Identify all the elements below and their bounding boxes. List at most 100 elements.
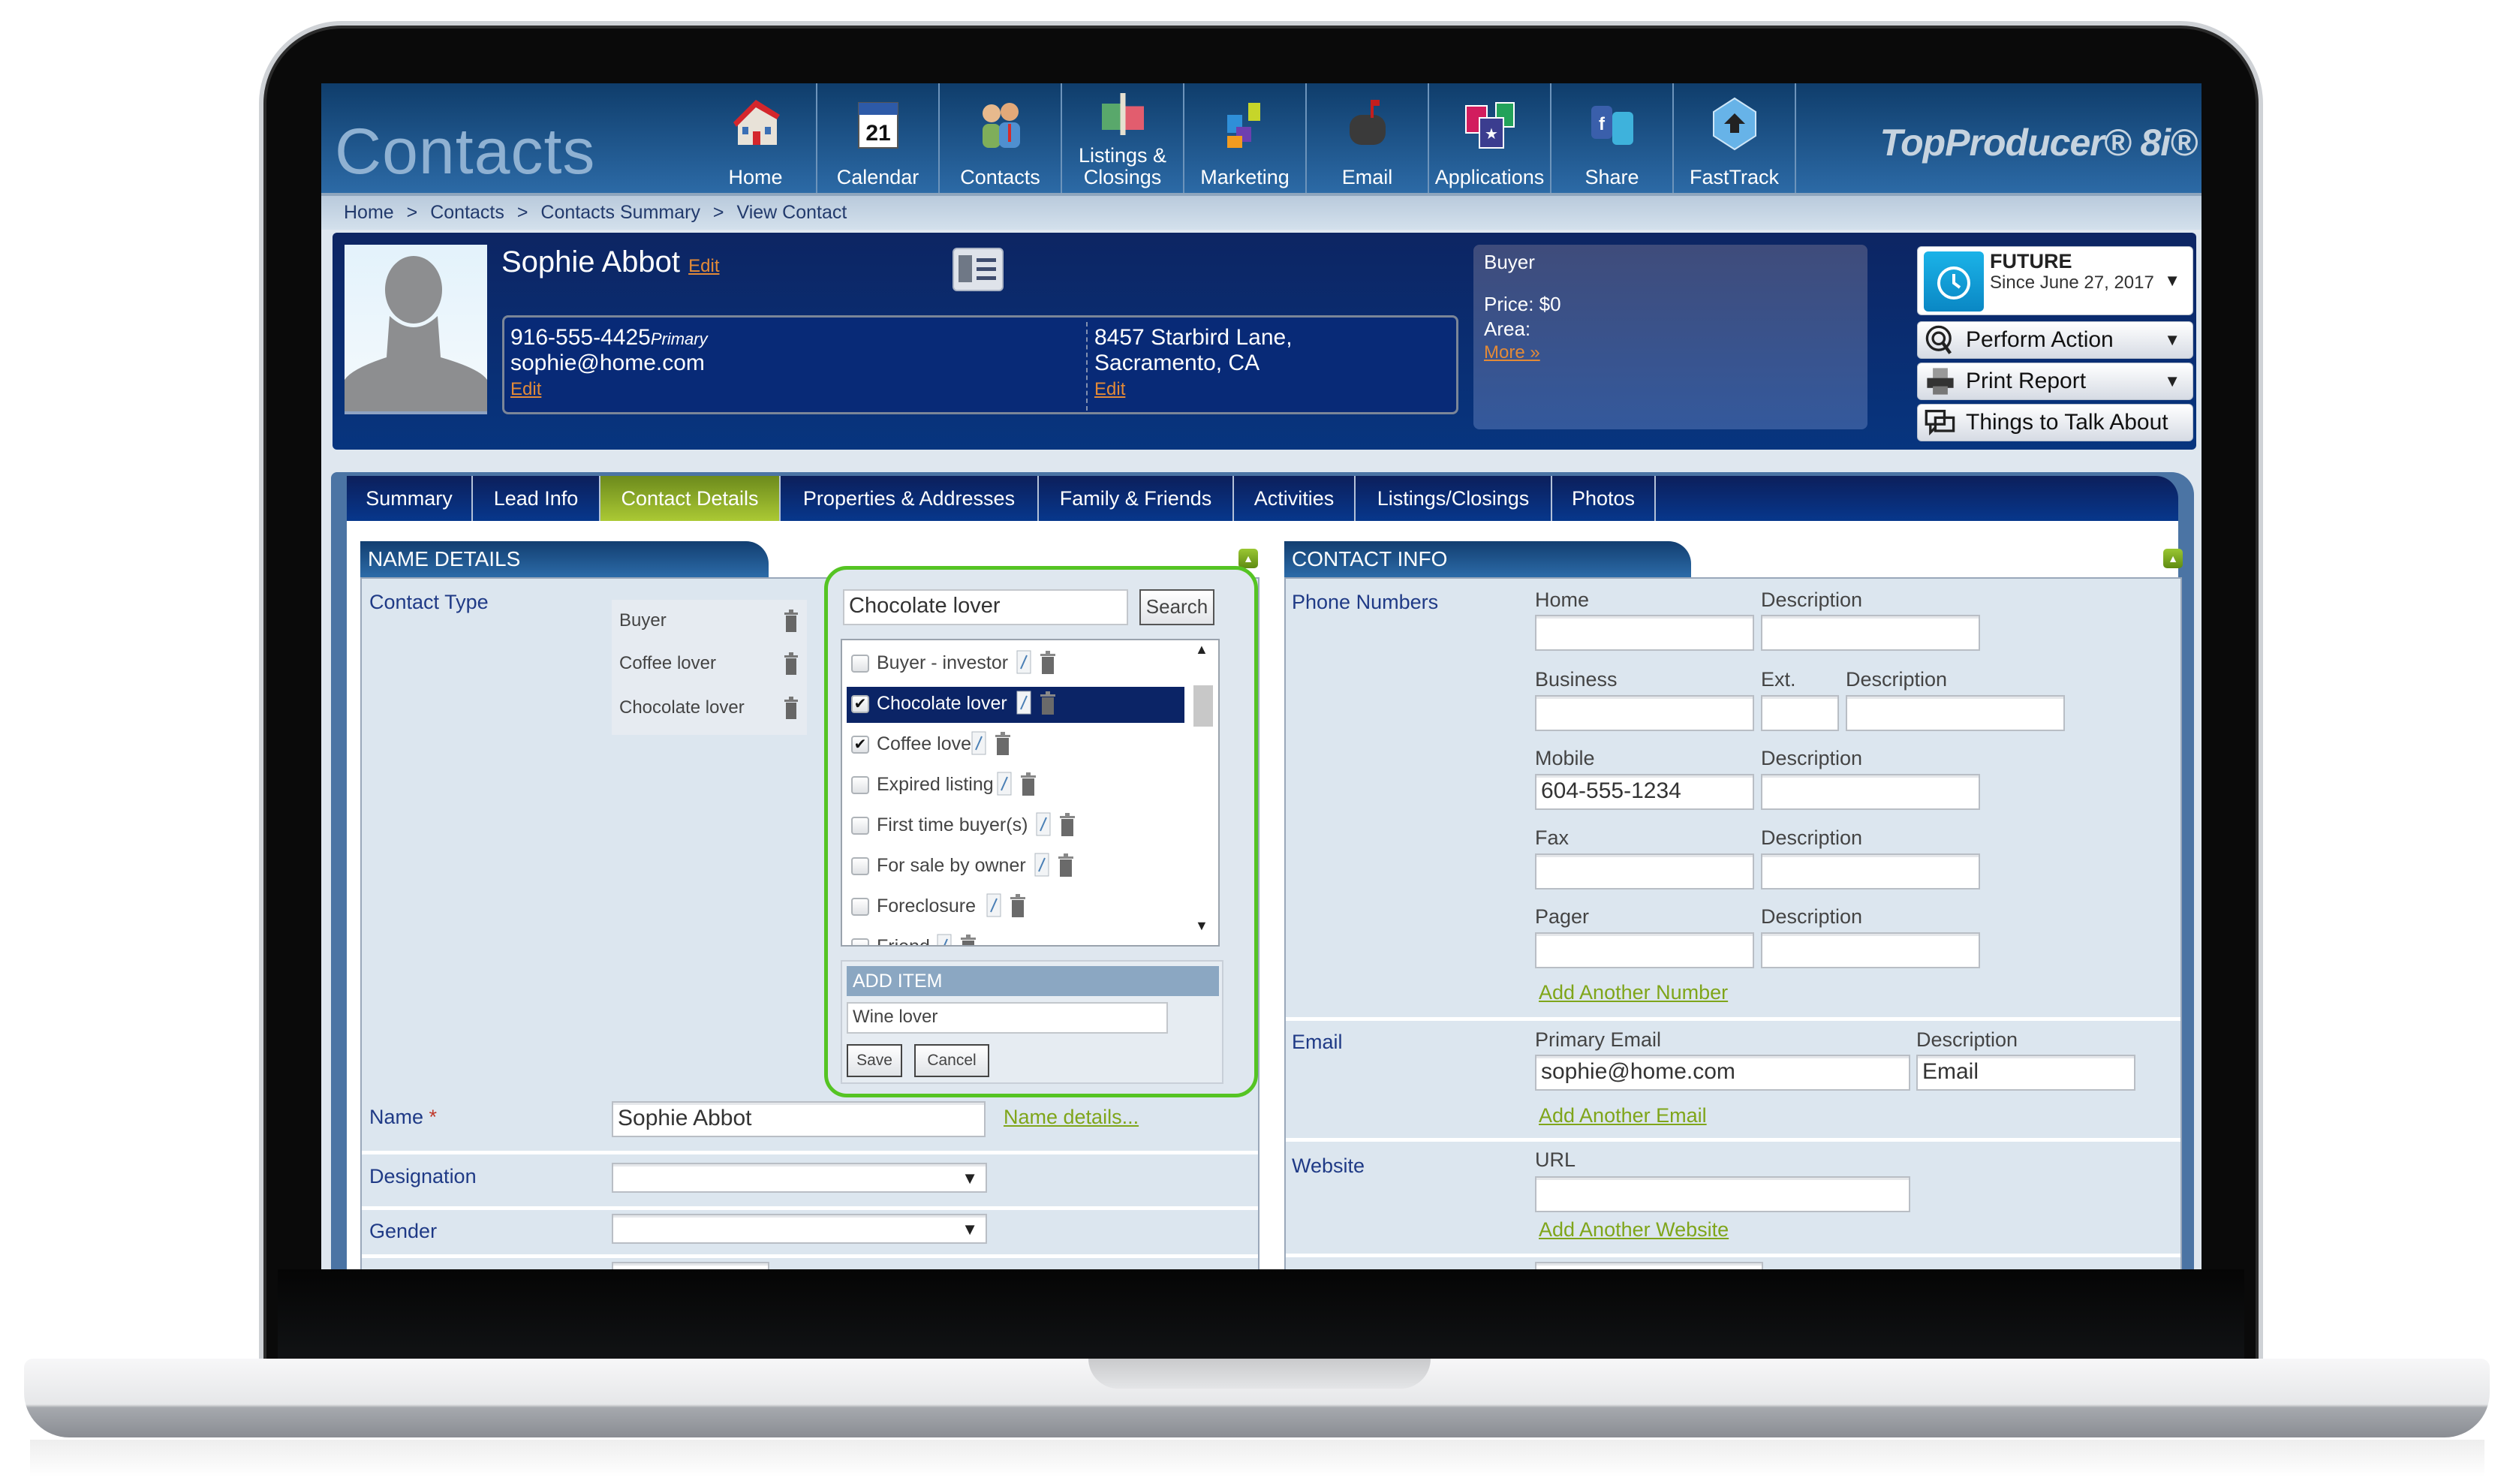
edit-pencil-icon[interactable] [1034, 852, 1051, 877]
contact-type-search-input[interactable]: Chocolate lover [843, 589, 1128, 625]
contact-type-option[interactable]: Buyer - investor [847, 646, 1184, 682]
edit-pencil-icon[interactable] [986, 893, 1003, 918]
add-another-email-link[interactable]: Add Another Email [1539, 1104, 1707, 1127]
edit-pencil-icon[interactable] [997, 771, 1013, 796]
checkbox[interactable] [851, 655, 869, 673]
contact-type-option[interactable]: Foreclosure [847, 889, 1184, 926]
more-link[interactable]: More » [1484, 342, 1540, 363]
edit-pencil-icon[interactable] [1016, 649, 1033, 675]
home-phone-input[interactable] [1535, 615, 1754, 651]
trash-icon[interactable] [1057, 852, 1075, 877]
trash-icon[interactable] [1039, 690, 1057, 715]
scrollbar[interactable]: ▲ ▼ [1187, 640, 1217, 945]
status-dropdown[interactable]: FUTURE Since June 27, 2017 ▼ [1917, 246, 2193, 315]
designation-select[interactable]: ▼ [612, 1163, 987, 1193]
partial-field[interactable] [612, 1262, 769, 1269]
contact-type-option[interactable]: ✔ Coffee lover [847, 727, 1184, 763]
edit-pencil-icon[interactable] [1016, 690, 1033, 715]
primary-email-input[interactable]: sophie@home.com [1535, 1055, 1910, 1091]
trash-icon[interactable] [783, 652, 799, 676]
home-description-input[interactable] [1761, 615, 1980, 651]
nav-item-marketing[interactable]: Marketing [1184, 83, 1307, 193]
search-button[interactable]: Search [1139, 589, 1214, 625]
tab-summary[interactable]: Summary [347, 476, 473, 521]
business-description-input[interactable] [1846, 695, 2065, 731]
partial-select[interactable] [1535, 1262, 1763, 1269]
checkbox[interactable] [851, 776, 869, 794]
checkbox[interactable] [851, 938, 869, 945]
contact-type-list: Buyer Coffee lover Chocolate lover [612, 600, 807, 735]
collapse-name-details-button[interactable]: ▲ [1238, 549, 1258, 568]
scroll-up-arrow-icon[interactable]: ▲ [1195, 642, 1208, 658]
contact-type-option[interactable]: ✔ Chocolate lover [847, 687, 1184, 723]
checkbox[interactable] [851, 817, 869, 835]
trash-icon[interactable] [1058, 811, 1076, 837]
contact-type-option[interactable]: Expired listing [847, 768, 1184, 804]
add-item-input[interactable]: Wine lover [847, 1002, 1168, 1034]
add-another-website-link[interactable]: Add Another Website [1539, 1218, 1729, 1242]
edit-address-link[interactable]: Edit [1094, 379, 1125, 400]
pager-description-input[interactable] [1761, 932, 1980, 968]
tab-photos[interactable]: Photos [1552, 476, 1656, 521]
scroll-down-arrow-icon[interactable]: ▼ [1195, 918, 1208, 934]
vcard-icon[interactable] [953, 248, 1004, 291]
tab-properties-addresses[interactable]: Properties & Addresses [781, 476, 1039, 521]
edit-pencil-icon[interactable] [1036, 811, 1052, 837]
fax-description-input[interactable] [1761, 853, 1980, 889]
perform-action-button[interactable]: Perform Action ▼ [1917, 321, 2193, 359]
name-input[interactable]: Sophie Abbot [612, 1101, 986, 1137]
avatar[interactable] [345, 245, 487, 414]
tab-activities[interactable]: Activities [1234, 476, 1356, 521]
name-details-link[interactable]: Name details... [1004, 1106, 1139, 1129]
add-another-number-link[interactable]: Add Another Number [1539, 981, 1728, 1004]
breadcrumb-contacts[interactable]: Contacts [430, 202, 504, 223]
nav-item-fasttrack[interactable]: FastTrack [1674, 83, 1796, 193]
fax-input[interactable] [1535, 853, 1754, 889]
website-url-input[interactable] [1535, 1176, 1910, 1212]
edit-pencil-icon[interactable] [937, 933, 953, 947]
nav-item-email[interactable]: Email [1307, 83, 1429, 193]
nav-item-calendar[interactable]: 21 Calendar [817, 83, 940, 193]
nav-item-contacts[interactable]: Contacts [940, 83, 1062, 193]
tab-lead-info[interactable]: Lead Info [473, 476, 600, 521]
tab-family-friends[interactable]: Family & Friends [1039, 476, 1234, 521]
edit-pencil-icon[interactable] [971, 730, 988, 756]
trash-icon[interactable] [959, 933, 977, 947]
nav-item-applications[interactable]: ★ Applications [1429, 83, 1551, 193]
contact-type-option[interactable]: For sale by owner [847, 849, 1184, 885]
business-phone-input[interactable] [1535, 695, 1754, 731]
gender-select[interactable]: ▼ [612, 1214, 987, 1244]
trash-icon[interactable] [1039, 649, 1057, 675]
print-report-button[interactable]: Print Report ▼ [1917, 363, 2193, 400]
edit-contact-link[interactable]: Edit [510, 379, 541, 400]
breadcrumb-contacts-summary[interactable]: Contacts Summary [540, 202, 700, 223]
business-ext-input[interactable] [1761, 695, 1839, 731]
checkbox-checked[interactable]: ✔ [851, 736, 869, 754]
mobile-description-input[interactable] [1761, 774, 1980, 810]
cancel-button[interactable]: Cancel [914, 1044, 989, 1077]
checkbox[interactable] [851, 857, 869, 875]
trash-icon[interactable] [1019, 771, 1037, 796]
trash-icon[interactable] [994, 730, 1012, 756]
breadcrumb-home[interactable]: Home [344, 202, 394, 223]
scrollbar-thumb[interactable] [1193, 685, 1213, 727]
trash-icon[interactable] [783, 609, 799, 633]
pager-input[interactable] [1535, 932, 1754, 968]
save-button[interactable]: Save [847, 1044, 902, 1077]
trash-icon[interactable] [1009, 893, 1027, 918]
checkbox[interactable] [851, 898, 869, 916]
things-to-talk-about-button[interactable]: Things to Talk About [1917, 404, 2193, 441]
tab-contact-details[interactable]: Contact Details [600, 476, 781, 521]
edit-name-link[interactable]: Edit [688, 256, 719, 276]
tab-listings-closings[interactable]: Listings/Closings [1356, 476, 1552, 521]
checkbox-checked[interactable]: ✔ [851, 695, 869, 713]
nav-item-share[interactable]: f Share [1551, 83, 1674, 193]
mobile-phone-input[interactable]: 604-555-1234 [1535, 774, 1754, 810]
collapse-contact-info-button[interactable]: ▲ [2163, 549, 2183, 568]
contact-type-option[interactable]: Friend [847, 930, 1184, 947]
contact-type-option[interactable]: First time buyer(s) [847, 808, 1184, 844]
email-description-input[interactable]: Email [1916, 1055, 2135, 1091]
trash-icon[interactable] [783, 696, 799, 720]
nav-item-home[interactable]: Home [695, 83, 817, 193]
nav-item-listings-closings[interactable]: Listings & Closings [1062, 83, 1184, 193]
